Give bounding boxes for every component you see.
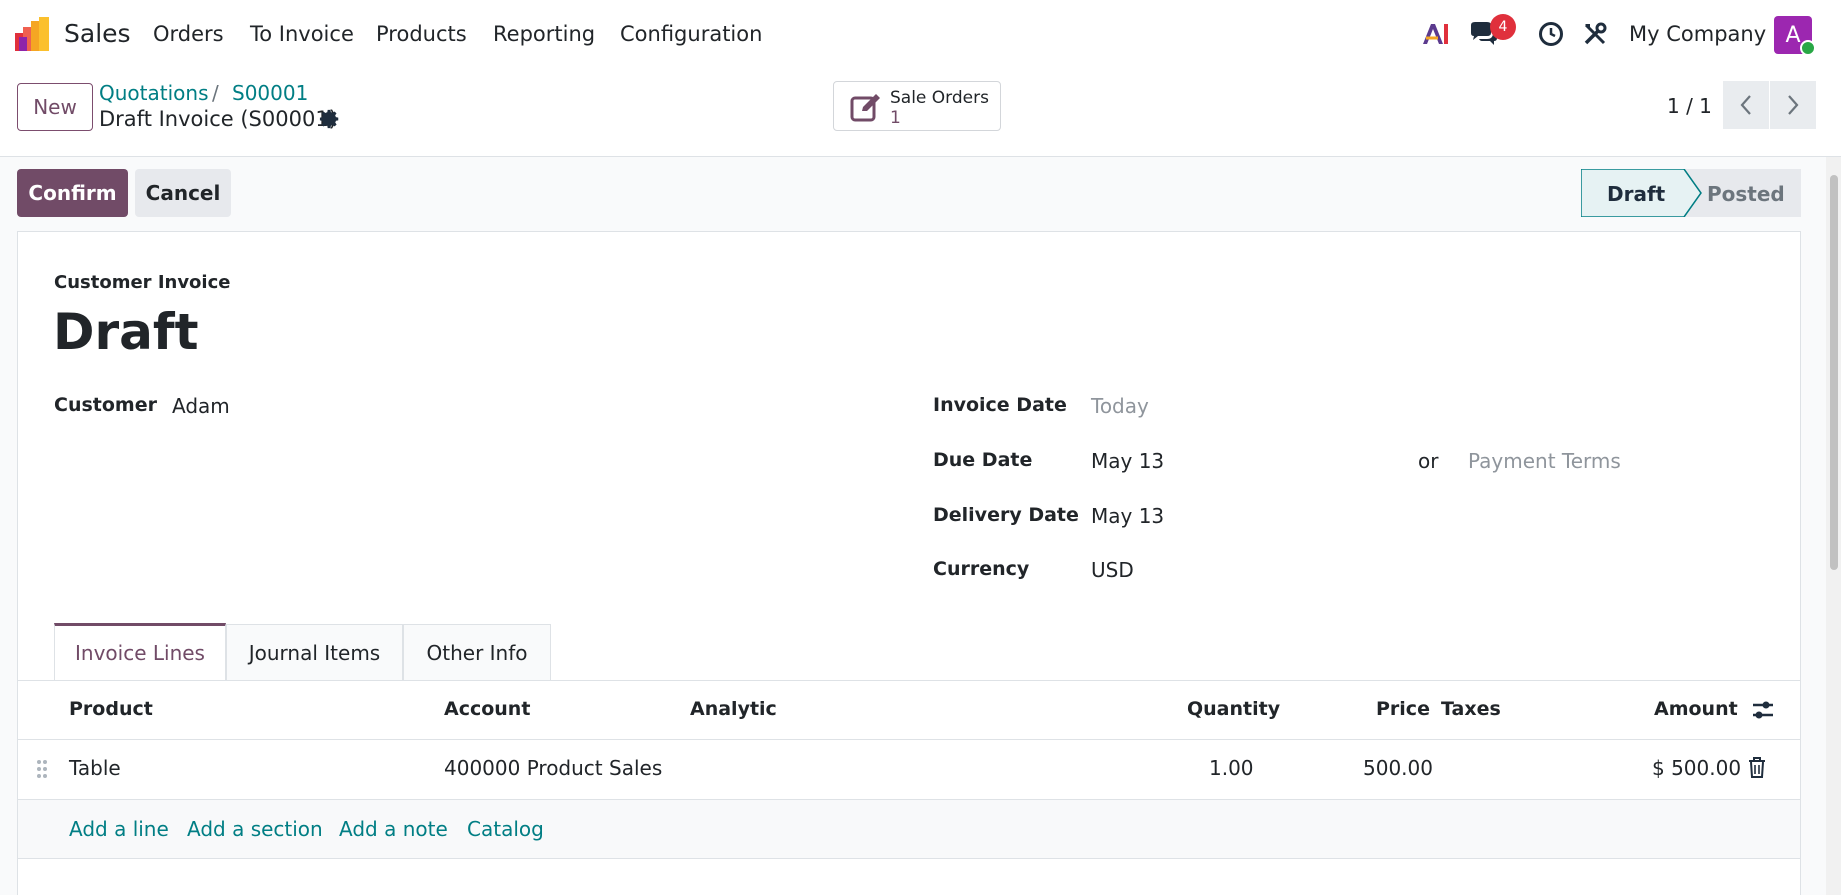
- breadcrumb-s00001[interactable]: S00001: [232, 81, 308, 105]
- document-type: Customer Invoice: [54, 272, 231, 293]
- cell-product[interactable]: Table: [69, 756, 121, 780]
- delivery-date-label: Delivery Date: [933, 504, 1079, 526]
- customer-label: Customer: [54, 394, 157, 416]
- drag-handle-icon[interactable]: [36, 759, 48, 779]
- or-label: or: [1418, 449, 1439, 473]
- pager-next-button[interactable]: [1770, 81, 1816, 129]
- tabs-underline: [18, 680, 1800, 681]
- invoice-date-label: Invoice Date: [933, 394, 1067, 416]
- scrollbar-thumb[interactable]: [1830, 175, 1838, 570]
- due-date-field[interactable]: May 13: [1091, 449, 1164, 473]
- cell-quantity[interactable]: 1.00: [1209, 756, 1254, 780]
- top-navbar: Sales Orders To Invoice Products Reporti…: [0, 0, 1841, 68]
- currency-field[interactable]: USD: [1091, 558, 1134, 582]
- delivery-date-field[interactable]: May 13: [1091, 504, 1164, 528]
- menu-to-invoice[interactable]: To Invoice: [250, 22, 354, 46]
- col-product[interactable]: Product: [69, 698, 153, 720]
- stage-posted[interactable]: Posted: [1707, 182, 1785, 206]
- invoice-date-field[interactable]: Today: [1091, 394, 1149, 418]
- add-line-link[interactable]: Add a line: [69, 817, 169, 841]
- add-row-divider: [18, 858, 1800, 859]
- cell-price[interactable]: 500.00: [1363, 756, 1433, 780]
- form-sheet: [17, 231, 1801, 895]
- sales-app-icon[interactable]: [15, 17, 49, 51]
- new-button[interactable]: New: [17, 83, 93, 131]
- payment-terms-field[interactable]: Payment Terms: [1468, 449, 1621, 473]
- tab-journal-items[interactable]: Journal Items: [226, 624, 403, 680]
- col-analytic[interactable]: Analytic: [690, 698, 777, 720]
- document-title: Draft: [53, 303, 199, 361]
- ai-icon[interactable]: [1420, 19, 1450, 49]
- currency-label: Currency: [933, 558, 1030, 580]
- delete-icon[interactable]: [1748, 757, 1766, 778]
- smart-button-count: 1: [890, 108, 901, 128]
- tab-invoice-lines[interactable]: Invoice Lines: [54, 623, 226, 680]
- messages-badge: 4: [1490, 14, 1516, 40]
- sale-orders-smart-button[interactable]: Sale Orders 1: [833, 81, 1001, 131]
- smart-button-label: Sale Orders: [890, 88, 989, 108]
- company-switcher[interactable]: My Company: [1629, 22, 1766, 46]
- col-account[interactable]: Account: [444, 698, 530, 720]
- current-record-title: Draft Invoice (S00001): [99, 107, 337, 131]
- menu-configuration[interactable]: Configuration: [620, 22, 762, 46]
- cell-account[interactable]: 400000 Product Sales: [444, 756, 662, 780]
- menu-orders[interactable]: Orders: [153, 22, 224, 46]
- optional-columns-icon[interactable]: [1751, 699, 1775, 721]
- pager-value[interactable]: 1 / 1: [1667, 94, 1712, 118]
- app-name[interactable]: Sales: [64, 19, 131, 48]
- col-price[interactable]: Price: [1376, 698, 1430, 720]
- chevron-right-icon: [1788, 95, 1799, 115]
- stage-draft[interactable]: Draft: [1607, 182, 1665, 206]
- col-amount[interactable]: Amount: [1654, 698, 1738, 720]
- gear-icon[interactable]: [319, 108, 341, 130]
- pager-previous-button[interactable]: [1723, 81, 1769, 129]
- online-status-dot: [1800, 40, 1816, 56]
- breadcrumb-separator: /: [212, 81, 219, 105]
- breadcrumb-quotations[interactable]: Quotations: [99, 81, 208, 105]
- tab-other-info[interactable]: Other Info: [403, 624, 551, 680]
- customer-field[interactable]: Adam: [172, 394, 230, 418]
- edit-icon: [850, 94, 880, 122]
- header-row-divider: [18, 739, 1800, 740]
- menu-reporting[interactable]: Reporting: [493, 22, 595, 46]
- cancel-button[interactable]: Cancel: [135, 169, 231, 217]
- clock-icon[interactable]: [1536, 19, 1566, 49]
- cell-amount: $ 500.00: [1652, 756, 1742, 780]
- confirm-button[interactable]: Confirm: [17, 169, 128, 217]
- catalog-link[interactable]: Catalog: [467, 817, 544, 841]
- add-section-link[interactable]: Add a section: [187, 817, 323, 841]
- chevron-left-icon: [1740, 95, 1751, 115]
- col-taxes[interactable]: Taxes: [1441, 698, 1501, 720]
- due-date-label: Due Date: [933, 449, 1033, 471]
- add-note-link[interactable]: Add a note: [339, 817, 448, 841]
- tools-icon[interactable]: [1580, 19, 1610, 49]
- menu-products[interactable]: Products: [376, 22, 467, 46]
- col-quantity[interactable]: Quantity: [1187, 698, 1280, 720]
